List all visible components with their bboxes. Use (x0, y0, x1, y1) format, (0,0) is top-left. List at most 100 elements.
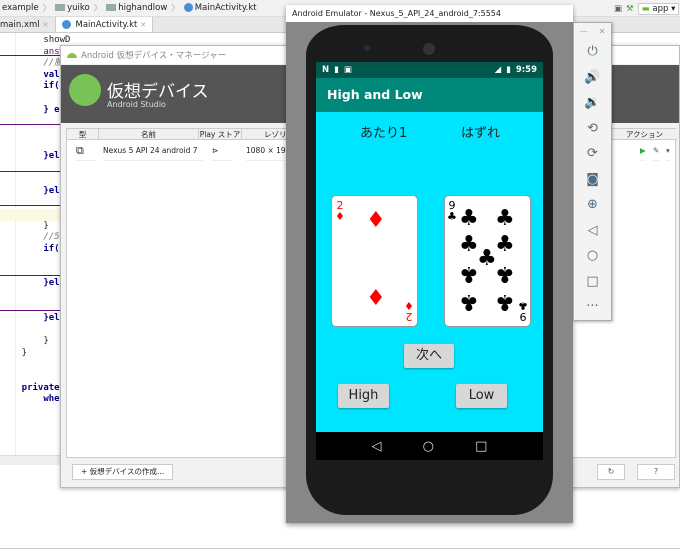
zoom-icon[interactable]: ⊕ (574, 192, 611, 218)
app-title: High and Low (316, 78, 543, 112)
phone-frame: N ▮ ▣ ◢ ▮ 9:59 High and Low あたり1 はずれ 2 ♦ … (306, 25, 553, 515)
kotlin-file-icon (61, 20, 71, 29)
android-icon (67, 52, 77, 58)
diamond-icon: ♦ (335, 210, 345, 223)
signal-icon: ◢ (494, 65, 502, 75)
home-icon[interactable]: ○ (423, 439, 434, 454)
edit-pencil-icon[interactable]: ✎ (653, 141, 660, 161)
notification-a-icon: ▣ (343, 65, 352, 75)
power-icon[interactable]: ⏻ (574, 39, 611, 65)
android-status-bar: N ▮ ▣ ◢ ▮ 9:59 (316, 62, 543, 78)
emulator-toolbar: — ✕ ⏻ 🔊 🔉 ⟲ ⟳ ◙ ⊕ ◁ ○ □ ··· (573, 22, 612, 321)
android-nav-bar: ◁ ○ □ (316, 432, 543, 460)
front-camera (423, 43, 435, 55)
kotlin-file-icon (183, 3, 193, 12)
close-icon[interactable]: ✕ (599, 27, 606, 36)
back-icon[interactable]: ◁ (574, 218, 611, 244)
diamond-icon: ♦ (404, 299, 414, 312)
breadcrumb-item[interactable]: MainActivity.kt (183, 3, 257, 13)
tab-mainactivity[interactable]: MainActivity.kt ✕ (55, 17, 154, 32)
column-header-actions[interactable]: アクション (612, 129, 677, 140)
back-icon[interactable]: ◁ (372, 439, 382, 454)
overview-icon[interactable]: □ (574, 269, 611, 295)
close-icon[interactable]: ✕ (43, 21, 49, 29)
club-icon: ♣ (495, 232, 515, 257)
club-icon: ♣ (495, 289, 515, 314)
header-title: 仮想デバイス (107, 82, 209, 102)
club-icon: ♣ (459, 206, 479, 231)
chevron-right-icon: 〉 (42, 4, 52, 14)
tab-main-xml[interactable]: main.xml ✕ (0, 17, 56, 32)
device-name: Nexus 5 API 24 android 7 (103, 141, 203, 161)
low-button[interactable]: Low (456, 384, 507, 408)
breadcrumb-label: MainActivity.kt (194, 3, 257, 13)
breadcrumb-label: yuiko (67, 3, 90, 13)
column-header-play-store[interactable]: Play ストア (199, 129, 242, 140)
run-config-label: app (652, 3, 669, 14)
lose-count: はずれ (461, 126, 501, 141)
android-studio-logo (69, 74, 101, 106)
club-icon: ♣ (495, 206, 515, 231)
camera-icon[interactable]: ◙ (574, 167, 611, 193)
chevron-right-icon: 〉 (93, 4, 103, 14)
breadcrumb-item[interactable]: yuiko (55, 3, 90, 13)
help-button[interactable]: ? (637, 464, 675, 480)
breadcrumb-item[interactable]: highandlow (106, 3, 167, 13)
club-icon: ♣ (459, 232, 479, 257)
android-icon: ▬ (641, 3, 650, 14)
right-card: 9 ♣ 9 ♣ ♣ ♣ ♣ ♣ ♣ ♣ ♣ ♣ ♣ (444, 195, 531, 327)
sdk-manager-icon[interactable]: ▣ (614, 4, 622, 14)
device-phone-icon: ⧉ (76, 141, 96, 161)
code-text: } (0, 336, 49, 347)
code-text: showDroidCard() (43, 35, 70, 45)
diamond-icon: ♦ (366, 286, 386, 311)
club-icon: ♣ (477, 246, 497, 271)
club-icon: ♣ (447, 210, 457, 223)
code-text: } (0, 348, 28, 359)
create-virtual-device-button[interactable]: + 仮想デバイスの作成... (72, 464, 174, 480)
volume-up-icon[interactable]: 🔊 (574, 65, 611, 91)
ide-toolbar: ▣ ⚒ ▬ app ▾ (612, 0, 680, 17)
sensor (364, 45, 370, 51)
device-screen[interactable]: N ▮ ▣ ◢ ▮ 9:59 High and Low あたり1 はずれ 2 ♦ … (316, 62, 543, 460)
chevron-right-icon: 〉 (171, 4, 180, 14)
window-title: Android Emulator - Nexus_5_API_24_androi… (286, 5, 573, 22)
column-header-type[interactable]: 型 (67, 129, 99, 140)
left-card: 2 ♦ ♦ ♦ 2 ♦ (331, 195, 418, 327)
tab-label: main.xml (0, 19, 40, 30)
volume-down-icon[interactable]: 🔉 (574, 90, 611, 116)
chevron-down-icon[interactable]: ▾ (666, 141, 670, 161)
diamond-icon: ♦ (366, 208, 386, 233)
more-icon[interactable]: ··· (574, 294, 611, 320)
status-time: 9:59 (515, 65, 537, 75)
win-count: あたり1 (360, 126, 408, 141)
club-icon: ♣ (459, 261, 479, 286)
folder-icon (106, 4, 117, 11)
emulator-window: Android Emulator - Nexus_5_API_24_androi… (286, 5, 573, 523)
window-title: Android 仮想デバイス・マネージャー (81, 51, 227, 61)
minimize-icon[interactable]: — (580, 27, 588, 36)
rotate-right-icon[interactable]: ⟳ (574, 141, 611, 167)
battery-icon: ▮ (506, 65, 511, 75)
close-icon[interactable]: ✕ (140, 21, 146, 29)
club-icon: ♣ (518, 299, 528, 312)
club-icon: ♣ (459, 289, 479, 314)
launch-play-icon[interactable]: ▶ (640, 141, 646, 161)
next-button[interactable]: 次へ (404, 344, 454, 368)
breadcrumb-item[interactable]: example (2, 3, 39, 13)
divider (0, 548, 680, 549)
play-store-icon: ⊳ (212, 141, 232, 161)
home-icon[interactable]: ○ (574, 243, 611, 269)
overview-icon[interactable]: □ (475, 439, 487, 454)
high-button[interactable]: High (338, 384, 389, 408)
run-config-select[interactable]: ▬ app ▾ (637, 2, 680, 15)
header-subtitle: Android Studio (107, 100, 166, 109)
rotate-left-icon[interactable]: ⟲ (574, 116, 611, 142)
code-text: } (0, 220, 49, 231)
sd-card-icon: ▮ (334, 65, 339, 75)
refresh-icon[interactable]: ↻ (597, 464, 625, 480)
folder-icon (55, 4, 66, 11)
column-header-name[interactable]: 名前 (99, 129, 199, 140)
build-hammer-icon[interactable]: ⚒ (626, 4, 634, 14)
notification-n-icon: N (322, 65, 330, 75)
